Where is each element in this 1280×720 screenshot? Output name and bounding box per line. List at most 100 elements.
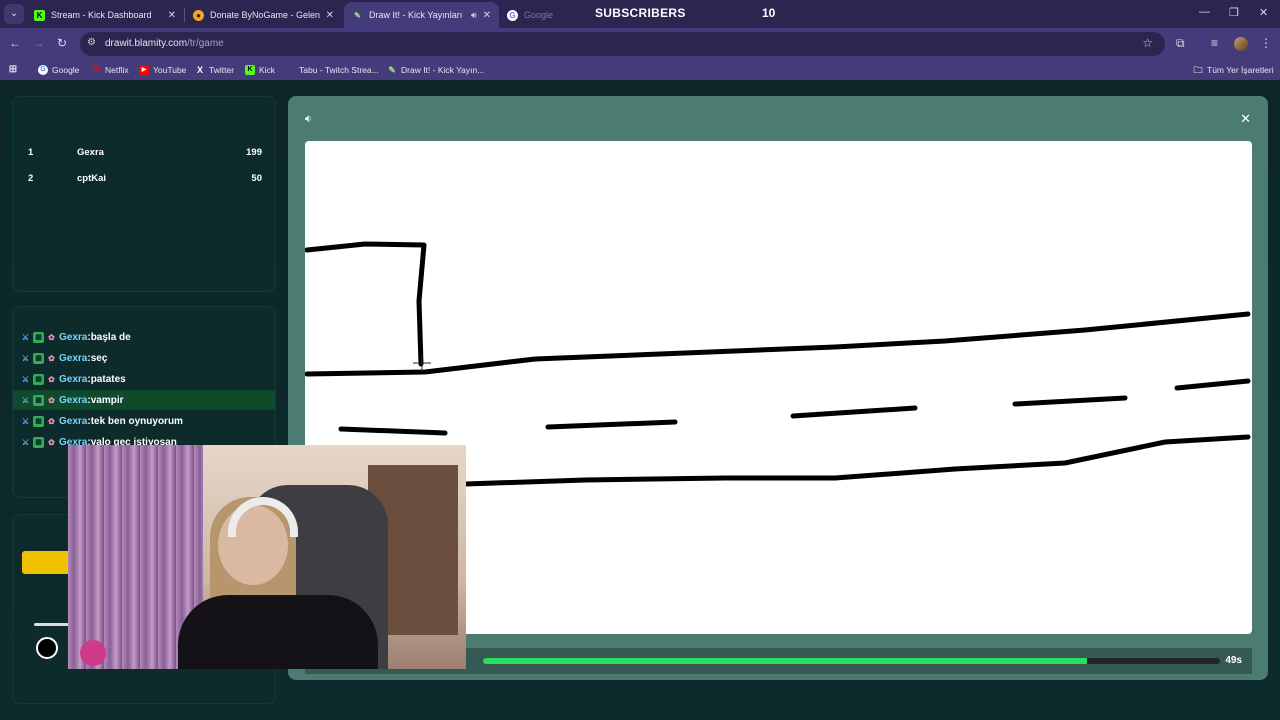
stroke-road-bottom bbox=[462, 434, 1251, 487]
score-points: 50 bbox=[251, 173, 262, 184]
webcam-streamer-body bbox=[178, 595, 378, 669]
tab-google[interactable]: G Google bbox=[499, 2, 589, 28]
close-tab-icon[interactable]: ✕ bbox=[483, 10, 491, 21]
chat-text: seç bbox=[90, 352, 108, 364]
score-points: 199 bbox=[246, 147, 262, 158]
x-icon: X bbox=[196, 65, 203, 75]
brush-color-swatch[interactable] bbox=[36, 637, 58, 659]
chat-message-highlighted: ⚔ ▦ ✿ Gexra: vampir bbox=[13, 390, 275, 410]
minimize-icon[interactable]: — bbox=[1199, 6, 1210, 18]
kick-icon: K bbox=[245, 65, 255, 75]
reload-icon[interactable]: ↻ bbox=[57, 36, 67, 50]
close-icon[interactable]: ✕ bbox=[1240, 111, 1251, 127]
scoreboard: 1 Gexra 199 2 cptKai 50 bbox=[12, 96, 276, 292]
webcam-overlay bbox=[68, 445, 466, 669]
stroke-box bbox=[305, 241, 427, 367]
subscriber-badge-icon: ▦ bbox=[33, 331, 44, 343]
folder-icon: 🗀︎ bbox=[1193, 65, 1203, 75]
bookmark-tabu[interactable]: Tabu - Twitch Strea... bbox=[285, 63, 379, 77]
flower-badge-icon: ✿ bbox=[48, 395, 55, 405]
sound-icon[interactable]: 🔉︎ bbox=[305, 113, 312, 126]
timer-progress-bar bbox=[483, 658, 1220, 664]
bookmark-label: Draw It! - Kick Yayın... bbox=[401, 65, 485, 75]
flower-badge-icon: ✿ bbox=[48, 353, 55, 363]
webcam-cup bbox=[80, 640, 106, 666]
tab-title: Donate ByNoGame - Gelen/Gid bbox=[210, 10, 320, 20]
stroke-dash-2 bbox=[545, 419, 678, 430]
tab-title: Stream - Kick Dashboard bbox=[51, 10, 152, 20]
profile-avatar[interactable] bbox=[1234, 37, 1248, 51]
kick-icon: K bbox=[34, 9, 45, 21]
stroke-dash-5 bbox=[1174, 378, 1251, 391]
google-icon: G bbox=[38, 65, 48, 75]
chat-text: başla de bbox=[90, 331, 131, 343]
maximize-icon[interactable]: ❐ bbox=[1229, 6, 1239, 19]
url-text: drawit.blamity.com/tr/game bbox=[105, 38, 224, 49]
tab-bynogame[interactable]: ● Donate ByNoGame - Gelen/Gid ✕ bbox=[185, 2, 342, 28]
extensions-icon[interactable]: ⧉ bbox=[1176, 36, 1185, 51]
bookmark-star-icon[interactable]: ☆ bbox=[1142, 36, 1153, 50]
forward-icon[interactable]: → bbox=[33, 36, 45, 50]
browser-toolbar: ← → ↻ ⚙ drawit.blamity.com/tr/game ☆ ⧉ ≡… bbox=[0, 28, 1280, 60]
bookmark-label: Twitter bbox=[209, 65, 235, 75]
score-player: Gexra bbox=[77, 147, 104, 158]
stroke-dash-3 bbox=[790, 405, 918, 419]
apps-icon[interactable]: ⊞ bbox=[8, 63, 22, 77]
bookmark-drawit[interactable]: ✎ Draw It! - Kick Yayın... bbox=[387, 63, 484, 77]
chat-message: ⚔ ▦ ✿ Gexra: patates bbox=[21, 373, 126, 385]
score-rank: 2 bbox=[28, 173, 34, 184]
timer-text: 49s bbox=[1225, 655, 1242, 666]
chat-text: patates bbox=[90, 373, 126, 385]
close-tab-icon[interactable]: ✕ bbox=[326, 10, 334, 21]
chat-username[interactable]: Gexra bbox=[59, 353, 87, 364]
bookmark-kick[interactable]: K Kick bbox=[245, 63, 275, 77]
bookmark-google[interactable]: G Google bbox=[38, 63, 79, 77]
chat-text: tek ben oynuyorum bbox=[90, 415, 183, 427]
window-close-icon[interactable]: ✕ bbox=[1259, 6, 1268, 19]
netflix-icon: N bbox=[92, 64, 100, 75]
bookmark-label: YouTube bbox=[153, 65, 187, 75]
stroke-road-top bbox=[305, 311, 1251, 377]
drawit-icon: ✎ bbox=[354, 10, 361, 20]
moderator-sword-icon: ⚔ bbox=[21, 416, 30, 426]
subscriber-badge-icon: ▦ bbox=[33, 373, 44, 385]
address-bar[interactable]: ⚙ drawit.blamity.com/tr/game ☆ bbox=[80, 32, 1165, 56]
bookmark-twitter[interactable]: X Twitter bbox=[195, 63, 234, 77]
timer-progress-fill bbox=[483, 658, 1088, 664]
back-icon[interactable]: ← bbox=[9, 36, 21, 50]
speaker-icon[interactable]: 🔊︎ bbox=[471, 10, 477, 21]
bookmark-label: Netflix bbox=[105, 65, 129, 75]
score-row: 1 Gexra 199 bbox=[28, 147, 262, 163]
subscriber-badge-icon: ▦ bbox=[33, 394, 44, 406]
close-tab-icon[interactable]: ✕ bbox=[168, 10, 176, 21]
tab-search-icon[interactable]: ⌄ bbox=[4, 4, 24, 24]
menu-icon[interactable]: ⋮ bbox=[1260, 36, 1272, 50]
moderator-sword-icon: ⚔ bbox=[21, 374, 30, 384]
bookmarks-bar: ⊞ G Google N Netflix ▶ YouTube X Twitter… bbox=[0, 60, 1280, 80]
tab-title: Draw It! - Kick Yayınları İçin bbox=[369, 10, 465, 20]
tabu-icon bbox=[285, 65, 295, 75]
site-info-icon[interactable]: ⚙ bbox=[87, 37, 96, 48]
moderator-sword-icon: ⚔ bbox=[21, 395, 30, 405]
bookmark-youtube[interactable]: ▶ YouTube bbox=[139, 63, 186, 77]
bynogame-icon: ● bbox=[193, 9, 204, 21]
chat-username[interactable]: Gexra bbox=[59, 332, 87, 343]
chat-username[interactable]: Gexra bbox=[59, 416, 87, 427]
tab-drawit[interactable]: ✎ Draw It! - Kick Yayınları İçin 🔊︎ ✕ bbox=[344, 2, 499, 28]
score-player: cptKai bbox=[77, 173, 107, 184]
bookmark-label: Tabu - Twitch Strea... bbox=[299, 65, 379, 75]
score-row: 2 cptKai 50 bbox=[28, 173, 262, 189]
media-control-icon[interactable]: ≡ bbox=[1211, 36, 1218, 50]
chat-message: ⚔ ▦ ✿ Gexra: seç bbox=[21, 352, 108, 364]
subscriber-badge-icon: ▦ bbox=[33, 436, 44, 448]
chat-username[interactable]: Gexra bbox=[59, 374, 87, 385]
subscriber-badge-icon: ▦ bbox=[33, 415, 44, 427]
chat-username[interactable]: Gexra bbox=[59, 395, 87, 406]
subscribers-overlay-label: SUBSCRIBERS bbox=[595, 6, 686, 20]
score-rank: 1 bbox=[28, 147, 34, 158]
drawit-icon: ✎ bbox=[388, 65, 396, 75]
bookmark-netflix[interactable]: N Netflix bbox=[91, 63, 129, 77]
tab-kick-dashboard[interactable]: K Stream - Kick Dashboard ✕ bbox=[26, 2, 184, 28]
flower-badge-icon: ✿ bbox=[48, 437, 55, 447]
all-bookmarks-folder[interactable]: 🗀︎ Tüm Yer İşaretleri bbox=[1193, 63, 1273, 77]
